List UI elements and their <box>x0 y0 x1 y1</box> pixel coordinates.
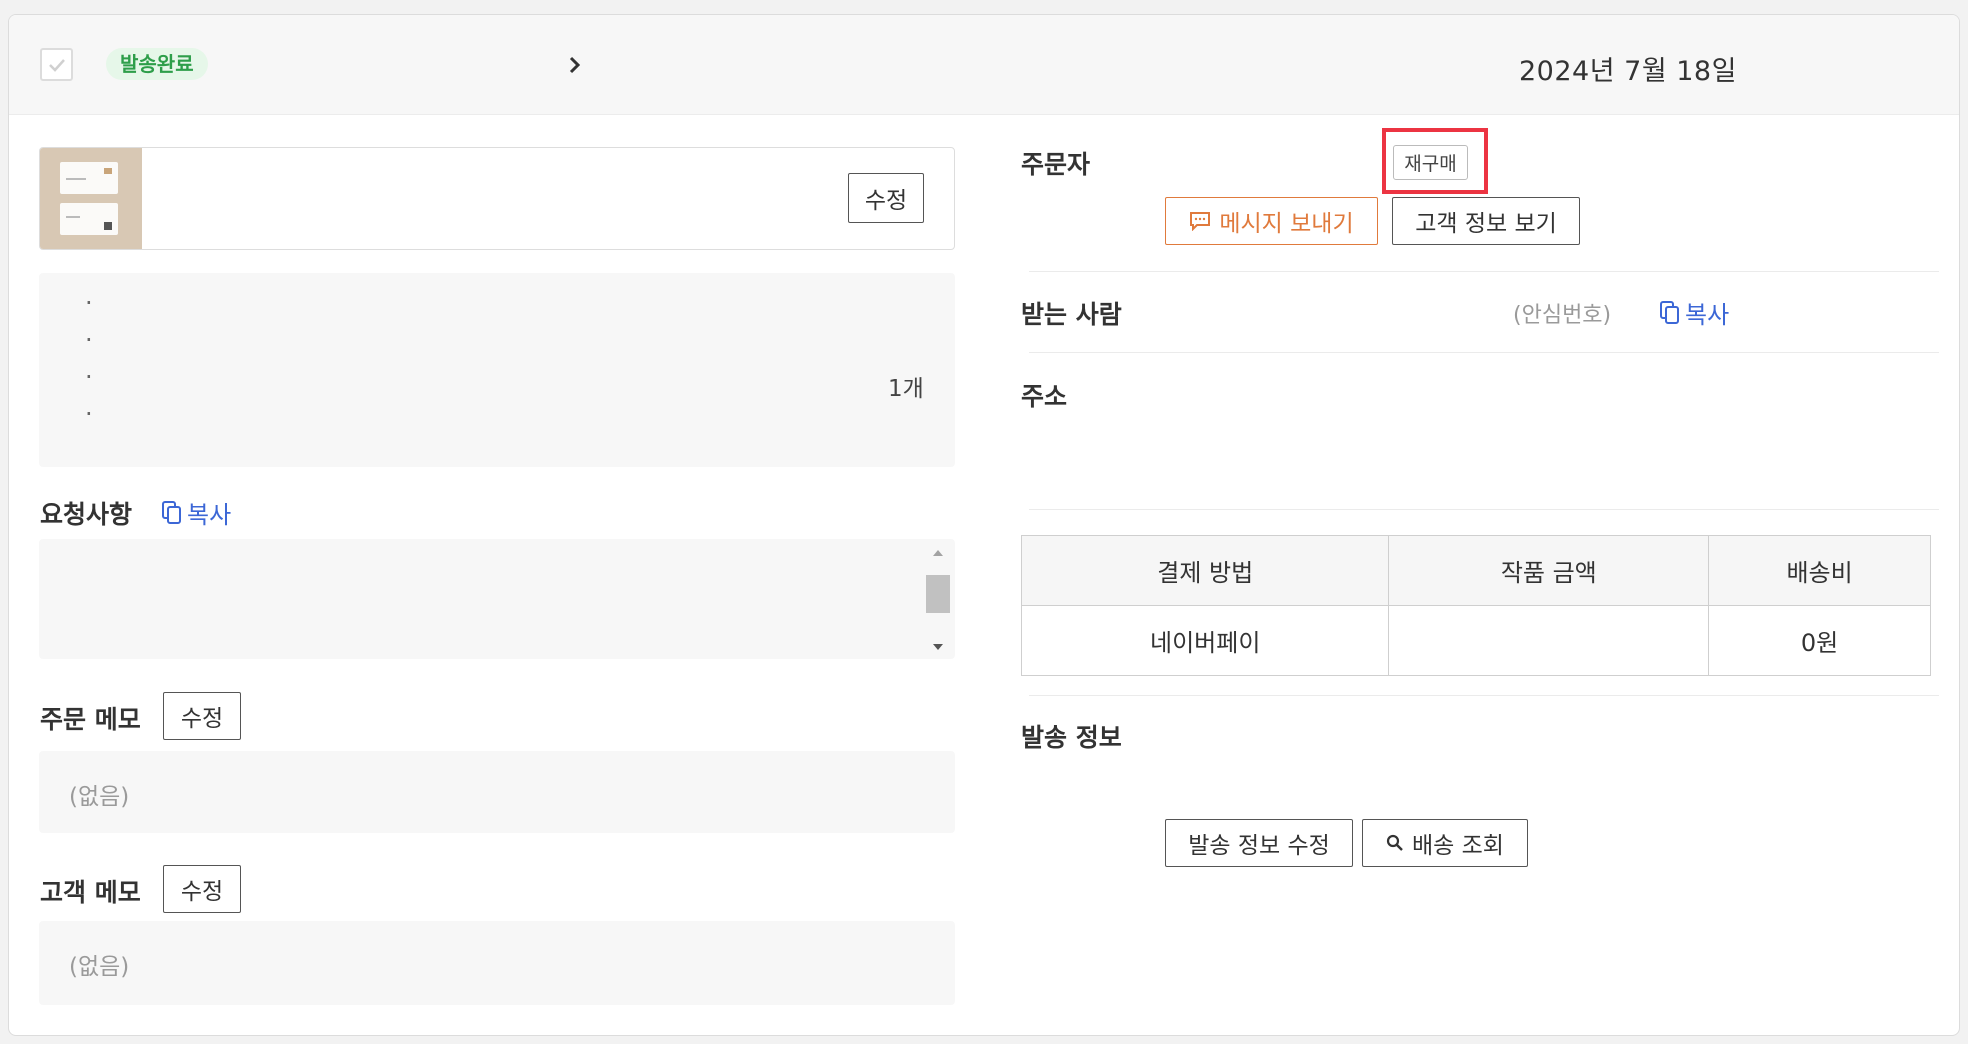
order-memo-edit-button[interactable]: 수정 <box>163 692 241 740</box>
divider <box>1029 271 1939 272</box>
divider <box>1029 352 1939 353</box>
payment-table: 결제 방법 작품 금액 배송비 네이버페이 0원 <box>1020 535 1931 676</box>
highlight-box <box>1382 128 1488 194</box>
chevron-right-icon[interactable] <box>565 55 585 75</box>
request-textarea[interactable] <box>39 539 955 659</box>
customer-memo-label: 고객 메모 <box>40 878 141 907</box>
search-icon <box>1386 834 1403 851</box>
option-bullet: · <box>85 326 93 354</box>
scroll-thumb[interactable] <box>926 575 950 613</box>
divider <box>1029 509 1939 510</box>
customer-info-button[interactable]: 고객 정보 보기 <box>1392 197 1580 245</box>
check-icon <box>48 58 65 72</box>
order-header: 발송완료 2024년 7월 18일 <box>9 15 1959 115</box>
track-delivery-button[interactable]: 배송 조회 <box>1362 819 1528 867</box>
copy-icon <box>162 500 181 524</box>
order-memo-label: 주문 메모 <box>40 705 141 734</box>
product-edit-button[interactable]: 수정 <box>848 173 924 223</box>
product-amount-cell <box>1388 605 1710 676</box>
payment-table-header: 결제 방법 작품 금액 배송비 <box>1020 535 1931 606</box>
option-bullet: · <box>85 289 93 317</box>
order-date: 2024년 7월 18일 <box>1519 56 1737 87</box>
option-bullet: · <box>85 400 93 428</box>
order-card: 발송완료 2024년 7월 18일 수정 · · · · 1개 요청사항 복사 <box>8 14 1960 1036</box>
copy-icon <box>1660 300 1679 324</box>
status-badge: 발송완료 <box>106 48 208 80</box>
divider <box>1029 695 1939 696</box>
shipping-info-label: 발송 정보 <box>1021 723 1122 752</box>
recipient-label: 받는 사람 <box>1021 300 1122 329</box>
recipient-copy-button[interactable]: 복사 <box>1659 295 1729 330</box>
request-copy-label: 복사 <box>187 501 232 529</box>
product-quantity: 1개 <box>888 376 924 402</box>
request-copy-button[interactable]: 복사 <box>161 495 231 530</box>
product-options: · · · · 1개 <box>39 273 955 467</box>
shipping-fee-header: 배송비 <box>1708 535 1931 606</box>
request-scrollbar[interactable] <box>925 545 951 655</box>
scroll-up-icon[interactable] <box>925 545 951 559</box>
send-message-button[interactable]: 메시지 보내기 <box>1165 197 1378 245</box>
track-delivery-label: 배송 조회 <box>1412 833 1504 859</box>
order-memo-box: (없음) <box>39 751 955 833</box>
recipient-copy-label: 복사 <box>1685 301 1730 329</box>
request-label: 요청사항 <box>40 500 133 529</box>
orderer-label: 주문자 <box>1021 150 1091 179</box>
product-amount-header: 작품 금액 <box>1388 535 1710 606</box>
option-bullet: · <box>85 363 93 391</box>
edit-shipping-button[interactable]: 발송 정보 수정 <box>1165 819 1353 867</box>
scroll-down-icon[interactable] <box>925 641 951 655</box>
send-message-label: 메시지 보내기 <box>1219 211 1354 237</box>
shipping-fee-cell: 0원 <box>1708 605 1931 676</box>
payment-method-cell: 네이버페이 <box>1020 605 1390 676</box>
table-row: 네이버페이 0원 <box>1020 605 1931 676</box>
product-item: 수정 <box>39 147 955 250</box>
customer-memo-box: (없음) <box>39 921 955 1005</box>
message-icon <box>1190 212 1211 231</box>
payment-method-header: 결제 방법 <box>1020 535 1390 606</box>
address-label: 주소 <box>1021 382 1068 411</box>
product-thumbnail[interactable] <box>40 148 142 249</box>
safe-number-label: (안심번호) <box>1513 303 1612 328</box>
order-checkbox[interactable] <box>40 48 73 81</box>
customer-memo-edit-button[interactable]: 수정 <box>163 865 241 913</box>
customer-memo-value: (없음) <box>69 954 130 980</box>
order-memo-value: (없음) <box>69 784 130 810</box>
